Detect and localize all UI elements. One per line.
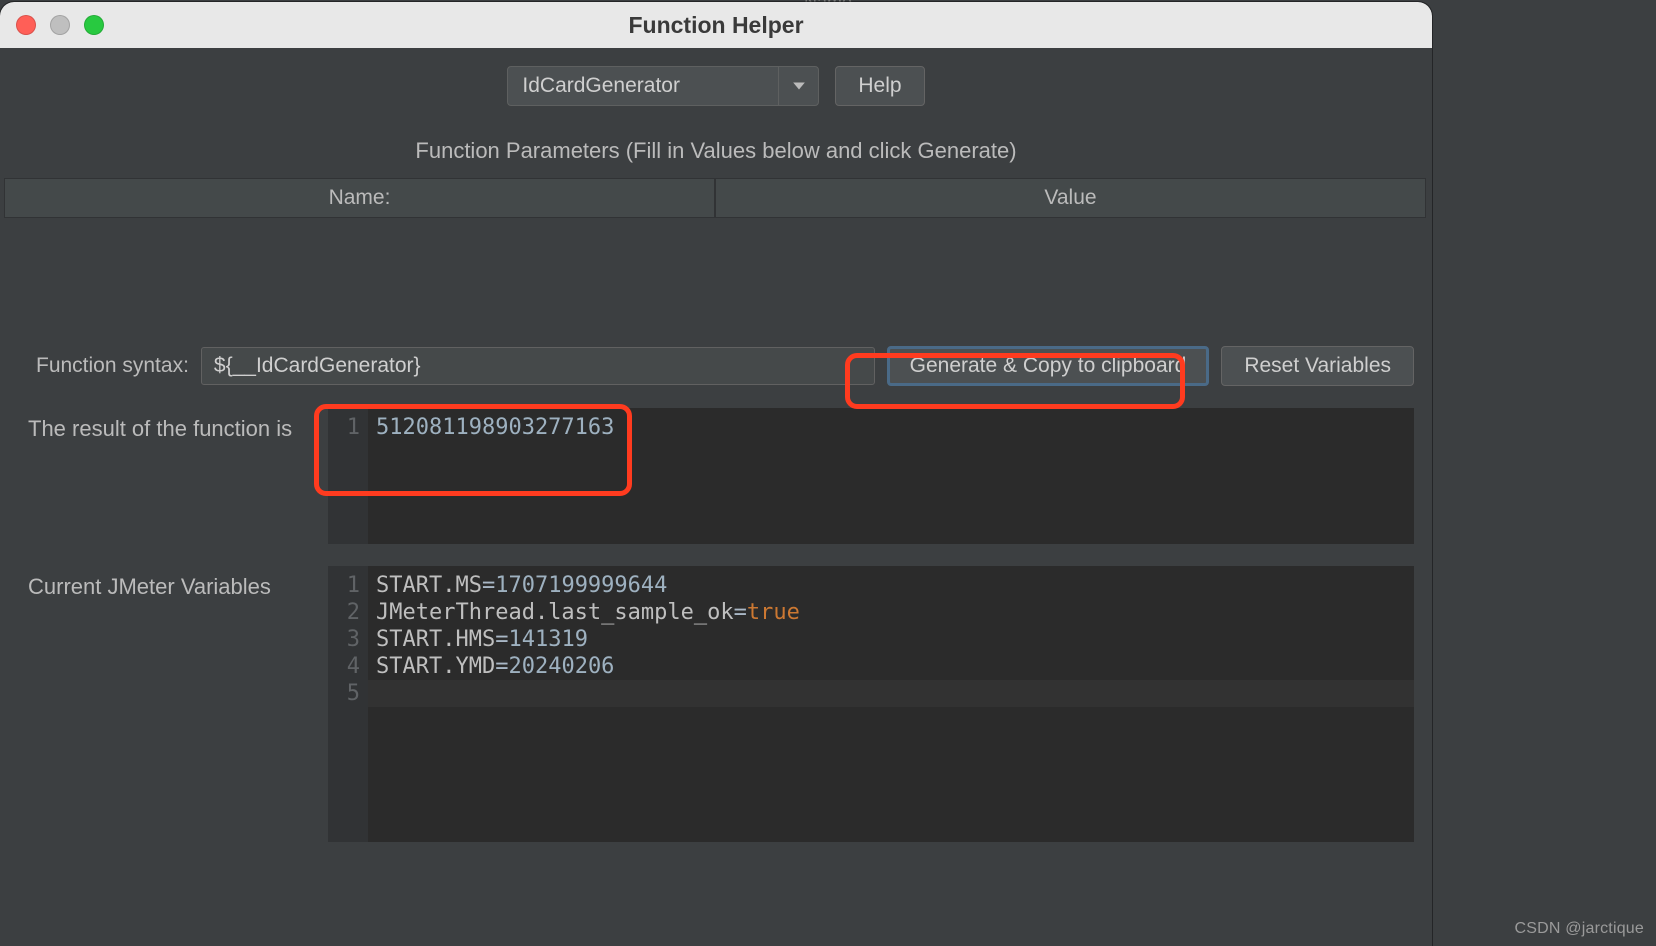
close-icon[interactable]: [16, 15, 36, 35]
result-gutter: 1: [328, 408, 368, 544]
result-label: The result of the function is: [28, 408, 310, 442]
var-value: 20240206: [508, 654, 614, 679]
parameters-table-header: Name: Value: [4, 178, 1426, 218]
variables-label: Current JMeter Variables: [28, 566, 310, 600]
variables-gutter: 1 2 3 4 5: [328, 566, 368, 842]
result-value: 512081198903277163: [376, 415, 614, 440]
result-row: The result of the function is 1 51208119…: [0, 398, 1432, 544]
function-syntax-input[interactable]: [201, 347, 875, 385]
result-content: 512081198903277163: [368, 408, 1414, 544]
parameters-col-name: Name:: [4, 178, 715, 218]
result-textarea[interactable]: 1 512081198903277163: [328, 408, 1414, 544]
watermark: CSDN @jarctique: [1515, 920, 1645, 938]
help-button[interactable]: Help: [835, 66, 924, 106]
titlebar: Function Helper: [0, 2, 1432, 48]
variables-row: Current JMeter Variables 1 2 3 4 5 START…: [0, 544, 1432, 842]
function-syntax-label: Function syntax:: [36, 354, 189, 378]
reset-variables-button[interactable]: Reset Variables: [1221, 346, 1414, 386]
var-key: START.MS: [376, 573, 482, 598]
var-value: true: [747, 600, 800, 625]
line-number: 1: [328, 414, 360, 441]
function-helper-dialog: Function Helper IdCardGenerator Help Fun…: [0, 2, 1432, 946]
line-number: 1: [328, 572, 360, 599]
zoom-icon[interactable]: [84, 15, 104, 35]
parameters-col-value: Value: [715, 178, 1426, 218]
generate-copy-button[interactable]: Generate & Copy to clipboard: [887, 346, 1210, 386]
function-syntax-row: Function syntax: Generate & Copy to clip…: [0, 292, 1432, 398]
line-number: 2: [328, 599, 360, 626]
line-number: 3: [328, 626, 360, 653]
line-number: 5: [328, 680, 360, 707]
chevron-down-icon: [778, 67, 818, 105]
toolbar: IdCardGenerator Help: [0, 48, 1432, 112]
var-key: START.YMD: [376, 654, 495, 679]
function-select-value: IdCardGenerator: [522, 74, 680, 98]
var-value: 1707199999644: [495, 573, 667, 598]
function-select[interactable]: IdCardGenerator: [507, 66, 819, 106]
variables-content: START.MS=1707199999644 JMeterThread.last…: [368, 566, 1414, 842]
var-key: START.HMS: [376, 627, 495, 652]
parameters-table-body[interactable]: [4, 218, 1426, 292]
variables-textarea[interactable]: 1 2 3 4 5 START.MS=1707199999644 JMeterT…: [328, 566, 1414, 842]
line-number: 4: [328, 653, 360, 680]
parameters-table: Name: Value: [4, 178, 1426, 292]
var-key: JMeterThread.last_sample_ok: [376, 600, 734, 625]
window-controls: [16, 15, 104, 35]
window-title: Function Helper: [0, 12, 1432, 39]
parameters-section-label: Function Parameters (Fill in Values belo…: [0, 112, 1432, 178]
var-value: 141319: [508, 627, 587, 652]
minimize-icon[interactable]: [50, 15, 70, 35]
